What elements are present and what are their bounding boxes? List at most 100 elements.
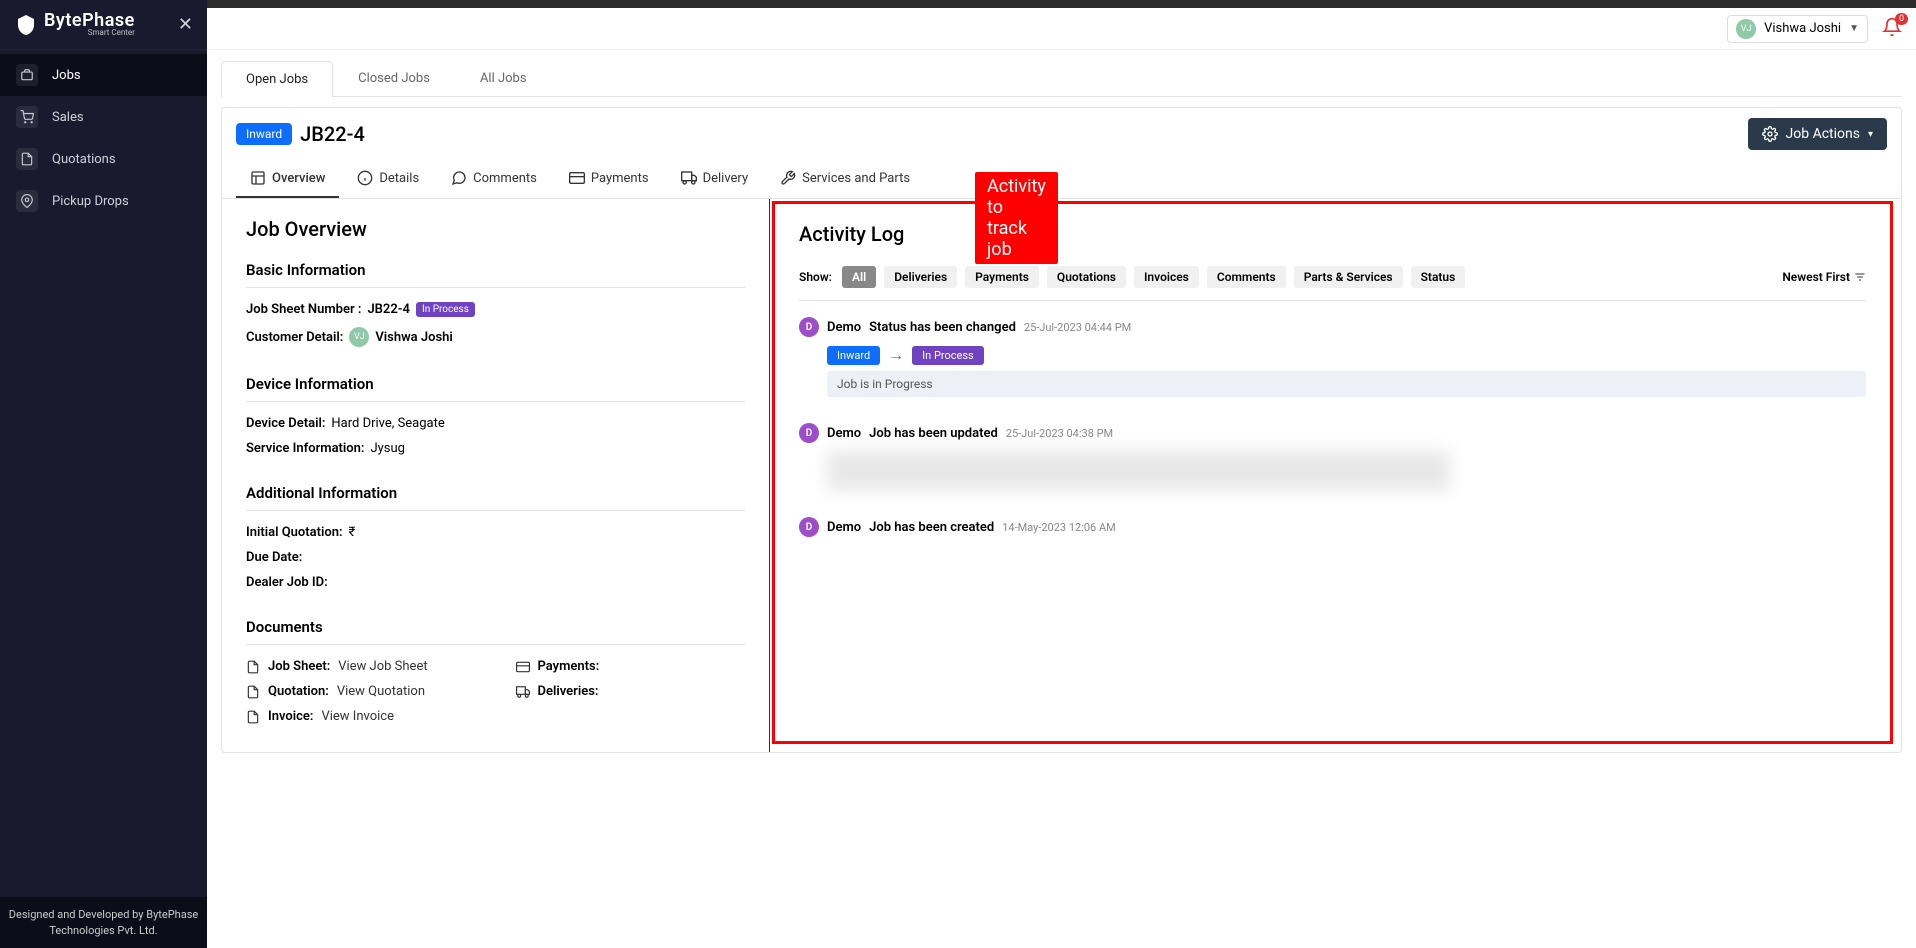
- view-quotation-link[interactable]: View Quotation: [337, 684, 425, 699]
- sidebar-item-pickup-drops[interactable]: Pickup Drops: [0, 180, 207, 222]
- activity-filters: Show: All Deliveries Payments Quotations…: [799, 266, 1866, 288]
- customer-avatar: VJ: [349, 327, 369, 347]
- card-icon: [516, 660, 530, 674]
- log-note: Job is in Progress: [827, 371, 1866, 397]
- filter-quotations[interactable]: Quotations: [1047, 266, 1126, 288]
- log-time: 14-May-2023 12:06 AM: [1002, 521, 1116, 534]
- job-card: Inward JB22-4 Job Actions ▾ Overview: [221, 107, 1902, 753]
- arrow-icon: →: [888, 345, 904, 365]
- customer-label: Customer Detail:: [246, 330, 343, 345]
- divider: [246, 510, 745, 511]
- doc-label: Quotation:: [268, 684, 329, 699]
- doc-label: Deliveries:: [538, 684, 599, 699]
- document-icon: [16, 148, 38, 170]
- subtab-label: Overview: [272, 171, 325, 186]
- filter-status[interactable]: Status: [1411, 266, 1466, 288]
- location-icon: [16, 190, 38, 212]
- filter-deliveries[interactable]: Deliveries: [884, 266, 957, 288]
- notifications-button[interactable]: 0: [1882, 17, 1902, 41]
- tab-closed-jobs[interactable]: Closed Jobs: [333, 60, 455, 96]
- subtab-label: Delivery: [703, 171, 749, 186]
- due-row: Due Date:: [246, 550, 745, 565]
- filter-all[interactable]: All: [842, 266, 876, 288]
- tab-all-jobs[interactable]: All Jobs: [455, 60, 552, 96]
- status-from: Inward: [827, 346, 880, 365]
- sidebar-header: BytePhase Smart Center ✕: [0, 0, 207, 50]
- topbar: VJ Vishwa Joshi ▼ 0: [207, 8, 1916, 50]
- divider: [246, 287, 745, 288]
- gear-icon: [1762, 126, 1778, 142]
- view-invoice-link[interactable]: View Invoice: [321, 709, 394, 724]
- log-user: Demo: [827, 520, 861, 535]
- documents-heading: Documents: [246, 618, 745, 636]
- subtab-delivery[interactable]: Delivery: [667, 160, 763, 198]
- main-area: VJ Vishwa Joshi ▼ 0 Open Jobs Closed Job…: [207, 0, 1916, 948]
- close-icon[interactable]: ✕: [178, 14, 193, 35]
- overview-title: Job Overview: [246, 217, 745, 241]
- customer-name: Vishwa Joshi: [375, 330, 453, 345]
- dealer-label: Dealer Job ID:: [246, 575, 328, 590]
- quote-row: Initial Quotation: ₹: [246, 525, 745, 540]
- subtab-payments[interactable]: Payments: [555, 160, 663, 198]
- job-actions-button[interactable]: Job Actions ▾: [1748, 118, 1887, 150]
- log-user: Demo: [827, 426, 861, 441]
- basic-info-heading: Basic Information: [246, 261, 745, 279]
- content: Open Jobs Closed Jobs All Jobs Inward JB…: [207, 50, 1916, 948]
- sidebar-item-sales[interactable]: Sales: [0, 96, 207, 138]
- log-time: 25-Jul-2023 04:44 PM: [1024, 321, 1131, 334]
- subtab-services-parts[interactable]: Services and Parts: [766, 160, 924, 198]
- device-info-heading: Device Information: [246, 375, 745, 393]
- filter-parts-services[interactable]: Parts & Services: [1294, 266, 1403, 288]
- sort-button[interactable]: Newest First: [1782, 270, 1866, 284]
- log-time: 25-Jul-2023 04:38 PM: [1006, 427, 1113, 440]
- sidebar-item-label: Pickup Drops: [52, 194, 129, 209]
- log-user: Demo: [827, 320, 861, 335]
- quote-label: Initial Quotation:: [246, 525, 343, 540]
- activity-title: Activity Log: [799, 222, 1866, 246]
- device-label: Device Detail:: [246, 416, 325, 431]
- truck-icon: [681, 170, 697, 186]
- doc-payments: Payments:: [516, 659, 746, 674]
- tools-icon: [780, 170, 796, 186]
- user-menu[interactable]: VJ Vishwa Joshi ▼: [1727, 15, 1868, 43]
- subtab-overview[interactable]: Overview: [236, 160, 339, 198]
- comment-icon: [451, 170, 467, 186]
- filter-invoices[interactable]: Invoices: [1134, 266, 1199, 288]
- job-sheet-label: Job Sheet Number :: [246, 302, 361, 317]
- sidebar-item-label: Sales: [52, 110, 84, 125]
- overview-panel: Job Overview Basic Information Job Sheet…: [222, 199, 770, 752]
- card-icon: [569, 170, 585, 186]
- job-state-tabs: Open Jobs Closed Jobs All Jobs: [221, 60, 1902, 97]
- sidebar-item-label: Jobs: [52, 68, 81, 83]
- sidebar-item-jobs[interactable]: Jobs: [0, 54, 207, 96]
- service-value: Jysug: [370, 441, 405, 456]
- log-avatar: D: [799, 317, 819, 337]
- subtab-label: Services and Parts: [802, 171, 910, 186]
- filter-payments[interactable]: Payments: [965, 266, 1039, 288]
- job-id: JB22-4: [300, 122, 365, 146]
- log-entry: D Demo Job has been updated 25-Jul-2023 …: [799, 423, 1866, 491]
- sidebar-item-quotations[interactable]: Quotations: [0, 138, 207, 180]
- doc-label: Job Sheet:: [268, 659, 330, 674]
- file-icon: [246, 710, 260, 724]
- sidebar: BytePhase Smart Center ✕ Jobs Sales Quot…: [0, 0, 207, 948]
- sidebar-item-label: Quotations: [52, 152, 116, 167]
- filter-comments[interactable]: Comments: [1207, 266, 1286, 288]
- service-row: Service Information: Jysug: [246, 441, 745, 456]
- view-jobsheet-link[interactable]: View Job Sheet: [338, 659, 427, 674]
- log-avatar: D: [799, 423, 819, 443]
- overview-icon: [250, 170, 266, 186]
- job-card-header: Inward JB22-4 Job Actions ▾: [222, 108, 1901, 160]
- tab-open-jobs[interactable]: Open Jobs: [221, 61, 333, 97]
- quote-value: ₹: [349, 525, 356, 540]
- cart-icon: [16, 106, 38, 128]
- redacted-content: [827, 451, 1450, 491]
- log-action: Status has been changed: [869, 320, 1016, 335]
- subtab-details[interactable]: Details: [343, 160, 433, 198]
- doc-deliveries: Deliveries:: [516, 684, 746, 699]
- subtab-comments[interactable]: Comments: [437, 160, 551, 198]
- file-icon: [246, 685, 260, 699]
- sidebar-nav: Jobs Sales Quotations Pickup Drops: [0, 50, 207, 222]
- device-row: Device Detail: Hard Drive, Seagate: [246, 416, 745, 431]
- job-status-badge: Inward: [236, 123, 292, 145]
